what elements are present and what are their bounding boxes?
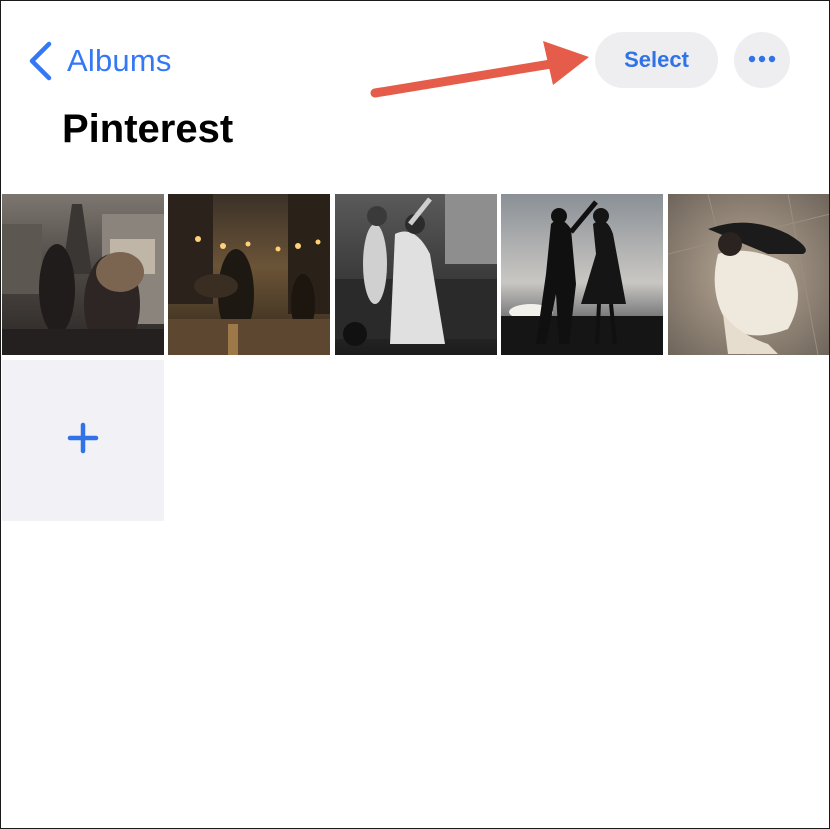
chevron-left-icon bbox=[27, 41, 53, 81]
ellipsis-icon bbox=[747, 51, 777, 69]
photo-thumbnail-3[interactable] bbox=[335, 194, 497, 355]
back-to-albums-button[interactable]: Albums bbox=[27, 39, 172, 83]
add-photo-button[interactable] bbox=[2, 360, 164, 521]
photo-thumbnail-5[interactable] bbox=[668, 194, 829, 355]
back-label: Albums bbox=[67, 43, 172, 78]
annotation-arrow bbox=[370, 41, 589, 98]
photo-thumbnail-2[interactable] bbox=[168, 194, 330, 355]
more-options-button[interactable] bbox=[734, 32, 790, 88]
photo-thumbnail-1[interactable] bbox=[2, 194, 164, 355]
plus-icon bbox=[67, 422, 99, 459]
album-screen: Albums Select Pinterest bbox=[0, 0, 830, 829]
select-button[interactable]: Select bbox=[595, 32, 718, 88]
photo-thumbnail-4[interactable] bbox=[501, 194, 663, 355]
album-title: Pinterest bbox=[62, 107, 234, 151]
